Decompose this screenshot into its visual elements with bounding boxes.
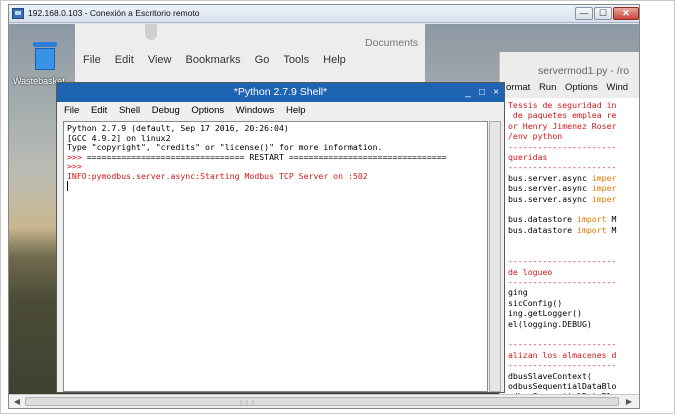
outer-margin (641, 4, 669, 409)
editor-title-bar[interactable]: servermod1.py - /ro (500, 52, 639, 82)
shell-menu-windows[interactable]: Windows (236, 105, 275, 116)
shell-output-line: INFO:pymodbus.server.async:Starting Modb… (67, 170, 368, 181)
editor-window: servermod1.py - /ro ormat Run Options Wi… (499, 52, 639, 408)
remote-desktop-window: 192.168.0.103 - Conexión a Escritorio re… (8, 4, 640, 409)
editor-code-line: bus.server.async imper (508, 172, 617, 183)
remote-desktop-icon (12, 8, 24, 19)
editor-code-line: ---------------------- (508, 360, 617, 371)
wastebasket-body (35, 48, 55, 70)
shell-output-line: >>> ================================ RES… (67, 151, 447, 162)
editor-code-line (508, 235, 639, 245)
editor-code-line: bus.datastore import M (508, 214, 617, 225)
file-manager-title: Documents (365, 37, 419, 49)
editor-code-line: queridas (508, 152, 548, 163)
editor-code-line: bus.datastore import M (508, 224, 617, 235)
editor-code-line: alizan los almacenes d (508, 349, 617, 360)
python-shell-title-bar[interactable]: *Python 2.7.9 Shell* _ □ × (57, 83, 504, 102)
editor-code-line: Tessis de seguridad in (508, 100, 617, 110)
fm-menu-go[interactable]: Go (255, 54, 270, 66)
editor-title: servermod1.py - /ro (538, 65, 630, 77)
editor-code-line (508, 204, 639, 214)
remote-desktop-background: Wastebasket Documents File Edit View Boo… (9, 24, 639, 408)
shell-menu-options[interactable]: Options (191, 105, 224, 116)
editor-menu-format[interactable]: ormat (506, 82, 530, 93)
shell-close-button[interactable]: × (489, 85, 503, 100)
shell-minimize-button[interactable]: _ (461, 85, 475, 100)
editor-code-line (508, 246, 639, 256)
editor-code-line: ---------------------- (508, 141, 617, 152)
shell-menu-shell[interactable]: Shell (119, 105, 140, 116)
file-manager-menubar: File Edit View Bookmarks Go Tools Help (75, 54, 349, 66)
editor-menu-run[interactable]: Run (539, 82, 556, 93)
editor-menu-options[interactable]: Options (565, 82, 598, 93)
shell-menu-edit[interactable]: Edit (91, 105, 107, 116)
fm-menu-file[interactable]: File (83, 54, 101, 66)
fm-menu-bookmarks[interactable]: Bookmarks (186, 54, 241, 66)
fm-menu-tools[interactable]: Tools (283, 54, 309, 66)
scrollbar-grip-icon: ⋮⋮⋮ (238, 401, 256, 407)
editor-code-line: odbusSequentialDataBlo (508, 380, 617, 391)
editor-code-line: dbusSlaveContext( (508, 370, 592, 381)
wastebasket-lid (33, 42, 57, 47)
editor-code-area[interactable]: Tessis de seguridad in de paquetes emple… (508, 100, 639, 408)
rdp-maximize-button[interactable]: ☐ (594, 7, 612, 20)
python-shell-title: *Python 2.7.9 Shell* (233, 86, 328, 98)
editor-code-line: bus.server.async imper (508, 183, 617, 194)
editor-code-line: ging (508, 287, 528, 298)
file-manager-toolbar-fragment (145, 24, 157, 40)
shell-menu-help[interactable]: Help (286, 105, 306, 116)
fm-menu-help[interactable]: Help (323, 54, 346, 66)
scroll-right-arrow-icon[interactable]: ▶ (623, 396, 635, 407)
wastebasket-icon[interactable] (33, 42, 57, 70)
editor-code-line: /env python (508, 131, 563, 142)
shell-text: Python 2.7.9 (default, Sep 17 2016, 20:2… (67, 123, 447, 181)
rdp-minimize-button[interactable]: — (575, 7, 593, 20)
editor-code-line: ---------------------- (508, 162, 617, 173)
shell-vertical-scrollbar[interactable] (489, 121, 501, 392)
rdp-window-title: 192.168.0.103 - Conexión a Escritorio re… (28, 8, 200, 18)
editor-code-line: ing.getLogger() (508, 308, 582, 319)
fm-menu-edit[interactable]: Edit (115, 54, 134, 66)
editor-code-line (508, 329, 639, 339)
rdp-title-bar[interactable]: 192.168.0.103 - Conexión a Escritorio re… (9, 5, 639, 23)
editor-code-line: el(logging.DEBUG) (508, 318, 592, 329)
scrollbar-thumb[interactable]: ⋮⋮⋮ (25, 397, 619, 407)
rdp-close-button[interactable]: ✕ (613, 7, 639, 20)
python-shell-menubar: File Edit Shell Debug Options Windows He… (57, 102, 504, 120)
editor-code-line: ---------------------- (508, 339, 617, 350)
editor-code-line: ---------------------- (508, 256, 617, 267)
editor-code-line: or Henry Jimenez Roser (508, 120, 617, 131)
editor-code-line: ---------------------- (508, 276, 617, 287)
editor-menu-windows[interactable]: Wind (606, 82, 628, 93)
fm-menu-view[interactable]: View (148, 54, 172, 66)
python-shell-window: *Python 2.7.9 Shell* _ □ × File Edit She… (56, 82, 505, 393)
shell-menu-file[interactable]: File (64, 105, 79, 116)
editor-menubar: ormat Run Options Wind (500, 82, 639, 98)
scroll-left-arrow-icon[interactable]: ◀ (11, 396, 23, 407)
editor-code-line: sicConfig() (508, 297, 563, 308)
shell-maximize-button[interactable]: □ (475, 85, 489, 100)
editor-code-line: de paquetes emplea re (508, 110, 617, 121)
text-cursor (67, 181, 68, 191)
rdp-horizontal-scrollbar[interactable]: ◀ ⋮⋮⋮ ▶ (9, 394, 639, 408)
shell-menu-debug[interactable]: Debug (152, 105, 180, 116)
editor-code-line: bus.server.async imper (508, 193, 617, 204)
python-shell-output[interactable]: Python 2.7.9 (default, Sep 17 2016, 20:2… (63, 121, 488, 392)
editor-code-line: de logueo (508, 266, 553, 277)
